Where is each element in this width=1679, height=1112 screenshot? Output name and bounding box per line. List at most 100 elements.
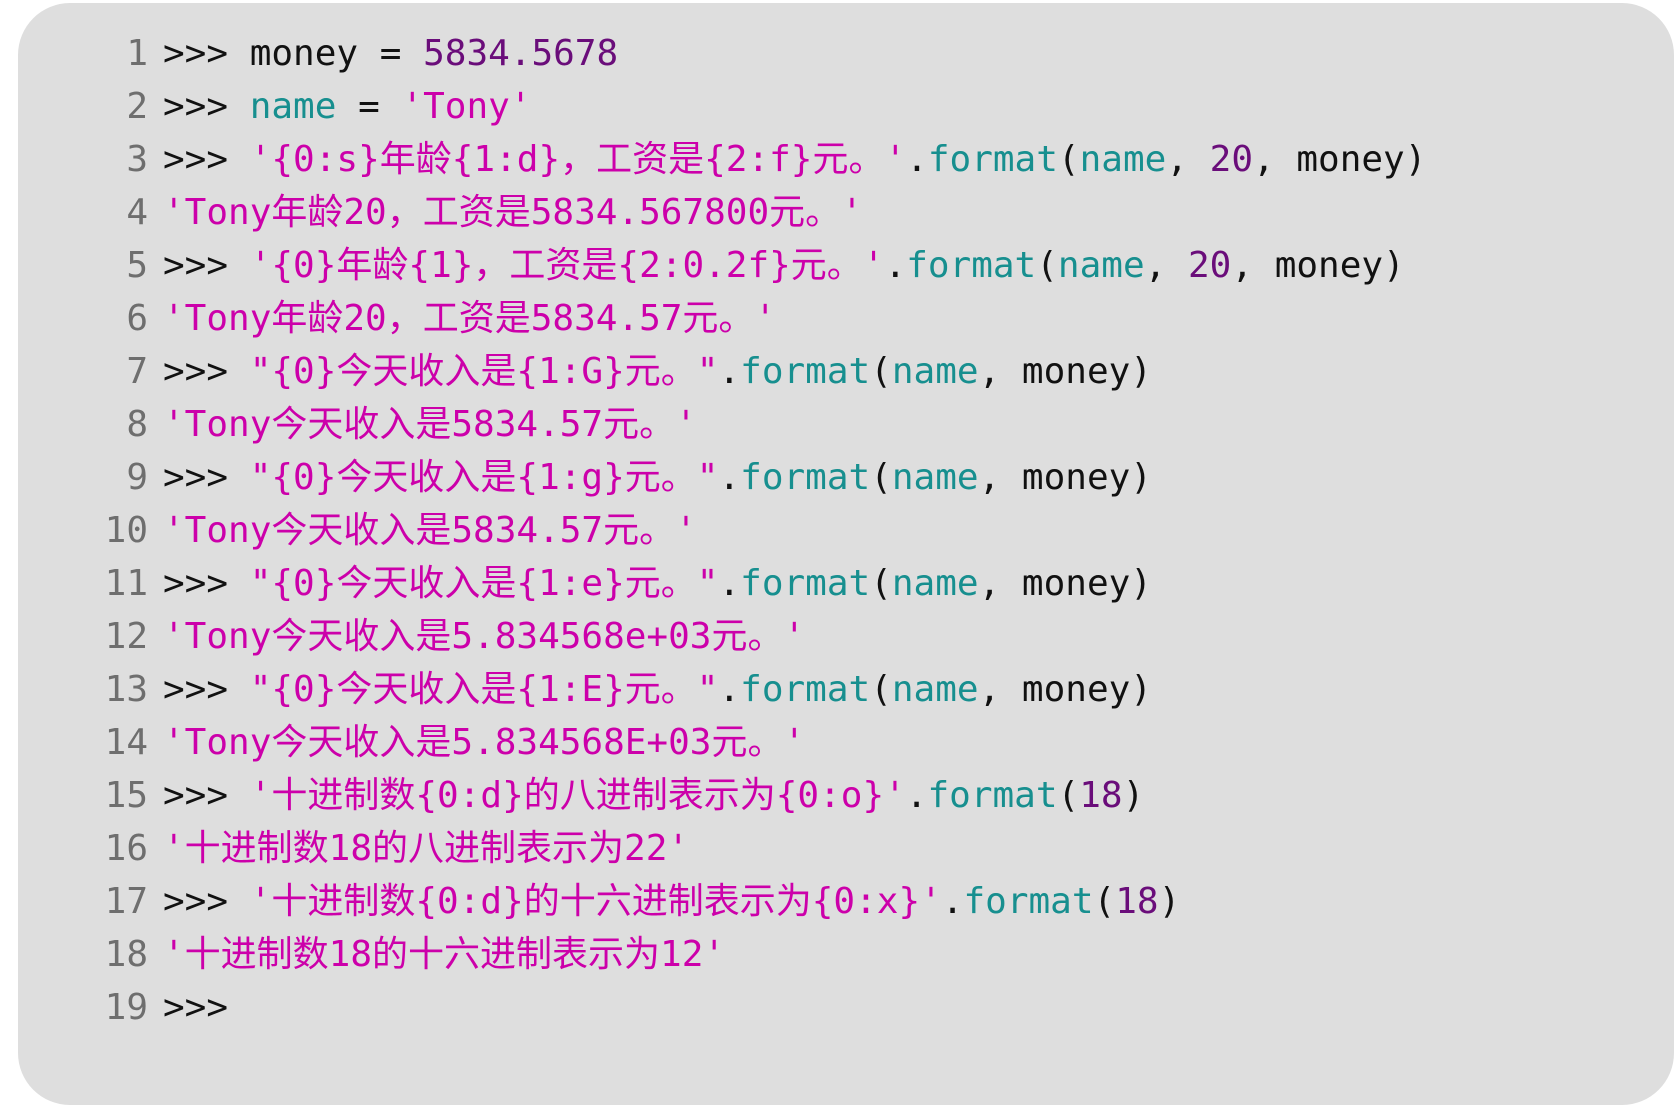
code-token: . [906, 139, 928, 180]
code-text: '十进制数18的八进制表示为22' [163, 822, 689, 875]
name-token: format [927, 139, 1058, 180]
code-token: . [884, 245, 907, 286]
prompt-token: >>> [163, 139, 250, 180]
line-number: 3 [126, 139, 148, 180]
code-text: >>> '{0:s}年龄{1:d}，工资是{2:f}元。'.format(nam… [163, 133, 1426, 186]
string-token: '十进制数18的十六进制表示为12' [163, 934, 726, 975]
code-line: 3 >>> '{0:s}年龄{1:d}，工资是{2:f}元。'.format(na… [18, 133, 1674, 186]
prompt-token: >>> [163, 881, 250, 922]
line-number: 10 [104, 510, 148, 551]
code-text: 'Tony年龄20，工资是5834.57元。' [163, 292, 776, 345]
string-token: 'Tony年龄20，工资是5834.567800元。' [163, 192, 863, 233]
code-text: >>> "{0}今天收入是{1:e}元。".format(name, money… [163, 557, 1152, 610]
prompt-token: >>> [163, 775, 250, 816]
name-token: format [740, 669, 871, 710]
code-token: ( [1093, 881, 1116, 922]
string-token: '十进制数{0:d}的八进制表示为{0:o}' [249, 775, 906, 816]
code-token: = [336, 86, 402, 127]
number-token: 20 [1187, 245, 1232, 286]
code-text: 'Tony年龄20，工资是5834.567800元。' [163, 186, 863, 239]
string-token: 'Tony年龄20，工资是5834.57元。' [163, 298, 777, 339]
prompt-token: >>> [163, 987, 229, 1028]
number-token: 18 [1115, 881, 1159, 922]
name-token: name [1057, 245, 1145, 286]
code-token: , money) [978, 669, 1152, 710]
prompt-token: >>> [163, 33, 250, 74]
name-token: name [891, 351, 979, 392]
code-line: 13 >>> "{0}今天收入是{1:E}元。".format(name, mon… [18, 663, 1674, 716]
line-number: 1 [126, 33, 148, 74]
code-text: >>> "{0}今天收入是{1:G}元。".format(name, money… [163, 345, 1152, 398]
string-token: '{0}年龄{1}，工资是{2:0.2f}元。' [249, 245, 885, 286]
code-text: >>> '十进制数{0:d}的八进制表示为{0:o}'.format(18) [163, 769, 1144, 822]
code-token: ( [870, 457, 892, 498]
code-token: money = [249, 33, 424, 74]
code-line: 11 >>> "{0}今天收入是{1:e}元。".format(name, mon… [18, 557, 1674, 610]
line-number: 2 [126, 86, 148, 127]
prompt-token: >>> [163, 669, 250, 710]
code-token: . [905, 775, 928, 816]
name-token: format [927, 775, 1058, 816]
code-line: 5 >>> '{0}年龄{1}，工资是{2:0.2f}元。'.format(nam… [18, 239, 1674, 292]
string-token: "{0}今天收入是{1:E}元。" [249, 669, 719, 710]
string-token: 'Tony今天收入是5834.57元。' [163, 404, 697, 445]
code-token: ( [1057, 775, 1080, 816]
code-token: . [718, 563, 741, 604]
code-text: 'Tony今天收入是5.834568E+03元。' [163, 716, 805, 769]
line-number: 13 [104, 669, 148, 710]
code-text: >>> money = 5834.5678 [163, 27, 618, 80]
code-line: 14 'Tony今天收入是5.834568E+03元。' [18, 716, 1674, 769]
line-number: 11 [104, 563, 148, 604]
string-token: "{0}今天收入是{1:g}元。" [249, 457, 719, 498]
code-token: . [718, 457, 741, 498]
code-token: ( [870, 563, 892, 604]
name-token: format [740, 457, 871, 498]
name-token: name [891, 457, 979, 498]
string-token: "{0}今天收入是{1:G}元。" [249, 351, 719, 392]
code-token: ) [1122, 775, 1145, 816]
code-token: , money) [1231, 245, 1405, 286]
prompt-token: >>> [163, 245, 250, 286]
code-token: , money) [978, 351, 1152, 392]
code-line: 15 >>> '十进制数{0:d}的八进制表示为{0:o}'.format(18) [18, 769, 1674, 822]
line-number: 9 [126, 457, 148, 498]
code-token: . [718, 351, 741, 392]
line-number: 7 [126, 351, 148, 392]
string-token: 'Tony' [401, 86, 532, 127]
line-number: 14 [104, 722, 148, 763]
code-text: >>> '十进制数{0:d}的十六进制表示为{0:x}'.format(18) [163, 875, 1180, 928]
code-line: 7 >>> "{0}今天收入是{1:G}元。".format(name, mone… [18, 345, 1674, 398]
code-line: 10 'Tony今天收入是5834.57元。' [18, 504, 1674, 557]
code-line: 18 '十进制数18的十六进制表示为12' [18, 928, 1674, 981]
code-line: 2 >>> name = 'Tony' [18, 80, 1674, 133]
line-number: 4 [126, 192, 148, 233]
string-token: '十进制数{0:d}的十六进制表示为{0:x}' [249, 881, 942, 922]
line-number: 12 [104, 616, 148, 657]
line-number: 15 [104, 775, 148, 816]
code-text: 'Tony今天收入是5834.57元。' [163, 504, 697, 557]
code-token: , money) [978, 563, 1152, 604]
code-text: '十进制数18的十六进制表示为12' [163, 928, 725, 981]
line-number: 19 [104, 987, 148, 1028]
code-line: 9 >>> "{0}今天收入是{1:g}元。".format(name, mone… [18, 451, 1674, 504]
code-token: , money) [1253, 139, 1427, 180]
name-token: name [891, 669, 979, 710]
code-line: 8 'Tony今天收入是5834.57元。' [18, 398, 1674, 451]
code-token: ( [870, 669, 892, 710]
number-token: 5834.5678 [423, 33, 619, 74]
code-token: ( [870, 351, 892, 392]
line-number: 18 [104, 934, 148, 975]
code-token: , [1166, 139, 1210, 180]
string-token: '十进制数18的八进制表示为22' [163, 828, 690, 869]
code-line: 1 >>> money = 5834.5678 [18, 27, 1674, 80]
code-text: >>> [163, 981, 228, 1034]
code-line: 6 'Tony年龄20，工资是5834.57元。' [18, 292, 1674, 345]
number-token: 18 [1079, 775, 1123, 816]
name-token: format [740, 351, 871, 392]
code-text: >>> "{0}今天收入是{1:E}元。".format(name, money… [163, 663, 1152, 716]
code-token: ) [1158, 881, 1181, 922]
code-panel: 1 >>> money = 5834.5678 2 >>> name = 'Tony'… [18, 3, 1674, 1105]
code-text: >>> name = 'Tony' [163, 80, 531, 133]
prompt-token: >>> [163, 351, 250, 392]
code-text: >>> '{0}年龄{1}，工资是{2:0.2f}元。'.format(name… [163, 239, 1405, 292]
